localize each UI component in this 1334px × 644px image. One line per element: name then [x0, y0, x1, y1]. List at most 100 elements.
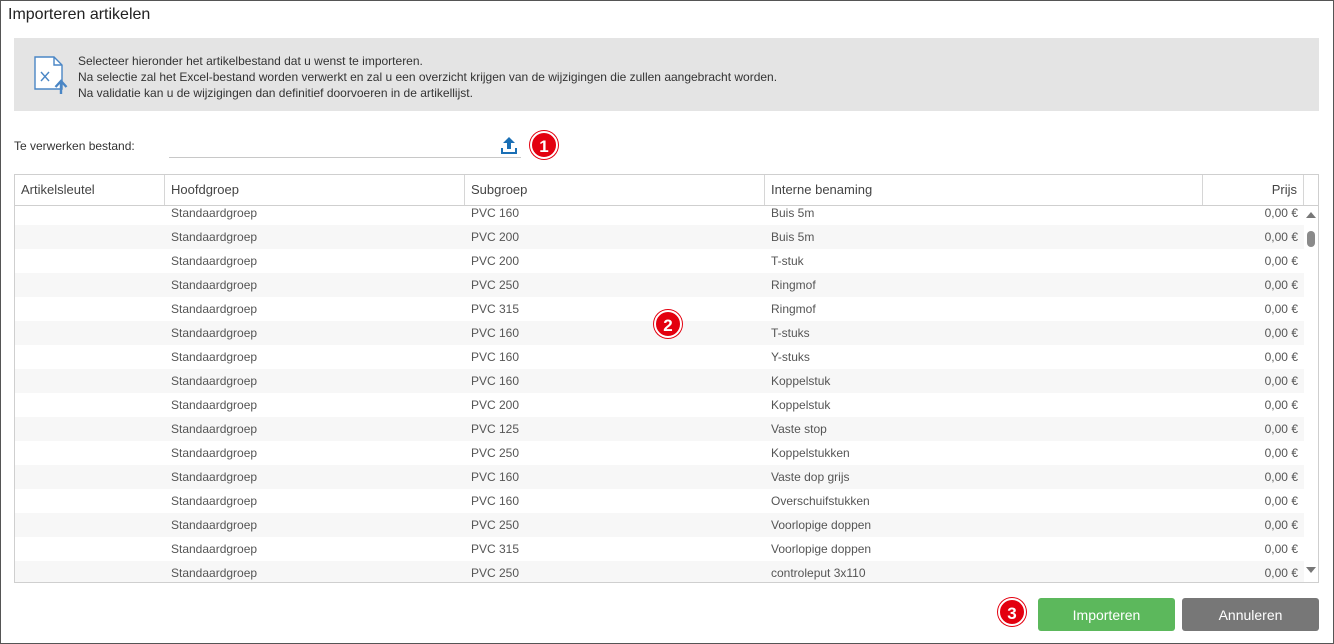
column-header-subgroep[interactable]: Subgroep [465, 175, 765, 205]
info-line: Na validatie kan u de wijzigingen dan de… [78, 86, 473, 100]
cell-hoofdgroep: Standaardgroep [171, 542, 258, 556]
cancel-button[interactable]: Annuleren [1182, 598, 1319, 631]
column-header-artikelsleutel[interactable]: Artikelsleutel [15, 175, 165, 205]
cell-hoofdgroep: Standaardgroep [171, 350, 258, 364]
scroll-thumb[interactable] [1307, 231, 1315, 247]
cell-interne-benaming: Voorlopige doppen [771, 542, 872, 556]
upload-icon[interactable] [498, 135, 520, 157]
cell-prijs: 0,00 € [1264, 446, 1298, 460]
cell-artikelsleutel [15, 537, 165, 561]
cell-prijs: 0,00 € [1264, 350, 1298, 364]
cell-interne-benaming: controleput 3x110 [771, 566, 866, 580]
articles-grid: Standaardgroep PVC 160 Buis 5m 0,00 € Standa… [14, 174, 1319, 583]
cell-hoofdgroep: Standaardgroep [171, 398, 258, 412]
cell-subgroep: PVC 250 [471, 446, 520, 460]
cell-subgroep: PVC 160 [471, 326, 520, 340]
table-row[interactable]: Standaardgroep PVC 200 Koppelstuk 0,00 € [15, 393, 1304, 417]
column-header-prijs[interactable]: Prijs [1203, 175, 1304, 205]
cell-prijs: 0,00 € [1264, 470, 1298, 484]
cell-subgroep: PVC 250 [471, 518, 520, 532]
cell-subgroep: PVC 200 [471, 398, 520, 412]
table-row[interactable]: Standaardgroep PVC 125 Vaste stop 0,00 € [15, 417, 1304, 441]
cell-hoofdgroep: Standaardgroep [171, 446, 258, 460]
cell-prijs: 0,00 € [1264, 230, 1298, 244]
cell-subgroep: PVC 200 [471, 254, 520, 268]
cell-hoofdgroep: Standaardgroep [171, 278, 258, 292]
info-line: Na selectie zal het Excel-bestand worden… [78, 70, 778, 84]
cell-prijs: 0,00 € [1264, 518, 1298, 532]
table-row[interactable]: Standaardgroep PVC 160 Overschuifstukken 0,… [15, 489, 1304, 513]
cell-prijs: 0,00 € [1264, 278, 1298, 292]
cell-interne-benaming: Ringmof [771, 302, 816, 316]
cell-hoofdgroep: Standaardgroep [171, 254, 258, 268]
cell-prijs: 0,00 € [1264, 302, 1298, 316]
table-row[interactable]: Standaardgroep PVC 250 Koppelstukken 0,00 € [15, 441, 1304, 465]
cell-hoofdgroep: Standaardgroep [171, 302, 258, 316]
table-row[interactable]: Standaardgroep PVC 250 controleput 3x110 0,… [15, 561, 1304, 582]
cell-prijs: 0,00 € [1264, 494, 1298, 508]
cell-hoofdgroep: Standaardgroep [171, 422, 258, 436]
cell-artikelsleutel [15, 369, 165, 393]
cell-interne-benaming: Vaste stop [771, 422, 827, 436]
cell-interne-benaming: Koppelstukken [771, 446, 850, 460]
cell-subgroep: PVC 160 [471, 374, 520, 388]
cell-interne-benaming: T-stuks [771, 326, 810, 340]
import-button[interactable]: Importeren [1038, 598, 1175, 631]
cell-subgroep: PVC 200 [471, 230, 520, 244]
table-row[interactable]: Standaardgroep PVC 200 Buis 5m 0,00 € [15, 225, 1304, 249]
cell-artikelsleutel [15, 441, 165, 465]
cell-artikelsleutel [15, 273, 165, 297]
cell-interne-benaming: Buis 5m [771, 230, 815, 244]
cell-artikelsleutel [15, 417, 165, 441]
info-text: Selecteer hieronder het artikelbestand d… [78, 53, 777, 101]
cell-subgroep: PVC 160 [471, 470, 520, 484]
cell-subgroep: PVC 250 [471, 278, 520, 292]
cell-hoofdgroep: Standaardgroep [171, 374, 258, 388]
cell-interne-benaming: Overschuifstukken [771, 494, 870, 508]
cell-subgroep: PVC 160 [471, 494, 520, 508]
cell-interne-benaming: Vaste dop grijs [771, 470, 850, 484]
cell-interne-benaming: Koppelstuk [771, 398, 831, 412]
cell-interne-benaming: Ringmof [771, 278, 816, 292]
table-row[interactable]: Standaardgroep PVC 160 Vaste dop grijs 0,00… [15, 465, 1304, 489]
grid-body[interactable]: Standaardgroep PVC 160 Buis 5m 0,00 € Standa… [15, 201, 1304, 582]
column-header-hoofdgroep[interactable]: Hoofdgroep [165, 175, 465, 205]
cell-prijs: 0,00 € [1264, 422, 1298, 436]
step-badge-1: 1 [530, 131, 558, 159]
cell-interne-benaming: T-stuk [771, 254, 804, 268]
table-row[interactable]: Standaardgroep PVC 250 Ringmof 0,00 € [15, 273, 1304, 297]
column-header-interne-benaming[interactable]: Interne benaming [765, 175, 1203, 205]
step-badge-3: 3 [998, 598, 1026, 626]
cell-prijs: 0,00 € [1264, 326, 1298, 340]
cell-artikelsleutel [15, 345, 165, 369]
table-row[interactable]: Standaardgroep PVC 160 Koppelstuk 0,00 € [15, 369, 1304, 393]
table-row[interactable]: Standaardgroep PVC 200 T-stuk 0,00 € [15, 249, 1304, 273]
cell-subgroep: PVC 315 [471, 542, 520, 556]
table-row[interactable]: Standaardgroep PVC 250 Voorlopige doppen 0,… [15, 513, 1304, 537]
cell-artikelsleutel [15, 561, 165, 582]
cell-subgroep: PVC 315 [471, 302, 520, 316]
cell-hoofdgroep: Standaardgroep [171, 326, 258, 340]
cell-artikelsleutel [15, 489, 165, 513]
scroll-down-icon[interactable] [1306, 567, 1316, 573]
table-row[interactable]: Standaardgroep PVC 160 Y-stuks 0,00 € [15, 345, 1304, 369]
cell-artikelsleutel [15, 513, 165, 537]
cell-prijs: 0,00 € [1264, 542, 1298, 556]
cell-prijs: 0,00 € [1264, 566, 1298, 580]
cell-artikelsleutel [15, 225, 165, 249]
cell-interne-benaming: Koppelstuk [771, 374, 831, 388]
cell-interne-benaming: Y-stuks [771, 350, 810, 364]
cell-prijs: 0,00 € [1264, 374, 1298, 388]
cell-prijs: 0,00 € [1264, 254, 1298, 268]
cell-artikelsleutel [15, 297, 165, 321]
info-panel: Selecteer hieronder het artikelbestand d… [14, 38, 1319, 111]
file-input[interactable] [169, 131, 521, 158]
table-row[interactable]: Standaardgroep PVC 315 Voorlopige doppen 0,… [15, 537, 1304, 561]
cell-hoofdgroep: Standaardgroep [171, 518, 258, 532]
cell-artikelsleutel [15, 321, 165, 345]
cell-hoofdgroep: Standaardgroep [171, 230, 258, 244]
cell-hoofdgroep: Standaardgroep [171, 566, 258, 580]
grid-scrollbar[interactable] [1304, 206, 1318, 582]
excel-file-upload-icon [34, 56, 68, 94]
scroll-up-icon[interactable] [1306, 212, 1316, 218]
